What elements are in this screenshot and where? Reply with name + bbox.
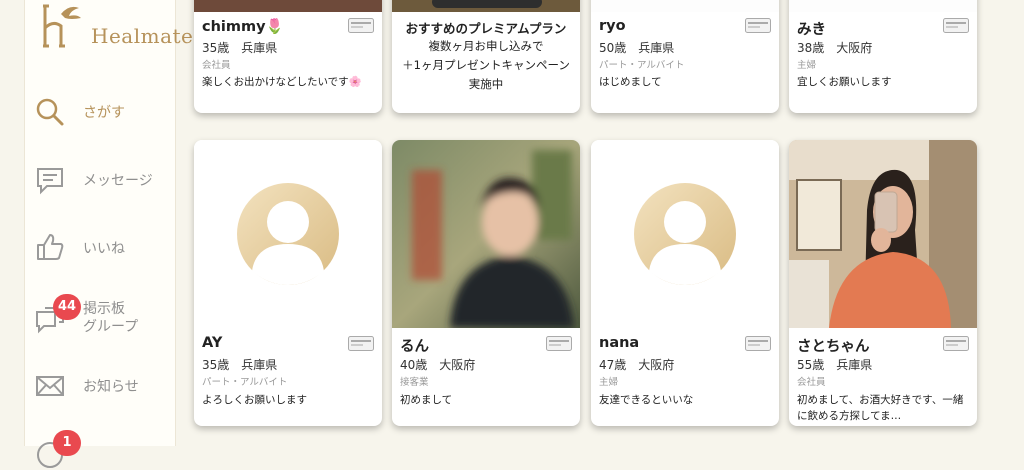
- sidebar-item-search[interactable]: さがす: [25, 92, 175, 132]
- profile-photo: [789, 0, 977, 12]
- profile-age-location: 55歳 兵庫県: [797, 358, 873, 372]
- sidebar-item-messages[interactable]: メッセージ: [25, 160, 175, 200]
- profile-name: AY: [202, 335, 223, 351]
- profile-job: 接客業: [400, 377, 429, 388]
- profile-name: るん: [400, 339, 429, 355]
- profile-message: はじめまして: [599, 76, 662, 88]
- healmate-logo[interactable]: Healmate: [39, 2, 193, 50]
- notification-badge: 1: [53, 430, 81, 456]
- profile-card[interactable]: みき 38歳 大阪府 主婦 宜しくお願いします: [789, 0, 977, 113]
- profile-photo: [789, 140, 977, 328]
- profile-card[interactable]: るん 40歳 大阪府 接客業 初めまして: [392, 140, 580, 426]
- profile-message: 初めまして、お酒大好きです、一緒に飲める方探してま…: [797, 394, 964, 422]
- promo-body-line2: ＋1ヶ月プレゼントキャンペーン実施中: [402, 58, 570, 91]
- profile-message: よろしくお願いします: [202, 394, 307, 406]
- profile-name: さとちゃん: [797, 339, 870, 355]
- sidebar-item-board-group[interactable]: 44 掲示板 グループ: [25, 292, 175, 342]
- profile-name: みき: [797, 22, 826, 38]
- id-verified-icon: [943, 336, 969, 351]
- logo-emblem-icon: [43, 4, 81, 48]
- profile-photo: [591, 0, 779, 12]
- id-verified-icon: [348, 336, 374, 351]
- notification-badge: 44: [53, 294, 81, 320]
- profile-message: 宜しくお願いします: [797, 76, 892, 88]
- sidebar-item-chat[interactable]: 1: [25, 430, 175, 468]
- promo-body-line1: 複数ヶ月お申し込みで: [428, 39, 544, 53]
- profile-age-location: 35歳 兵庫県: [202, 358, 278, 372]
- profile-photo: [194, 0, 382, 12]
- sidebar-item-notifications[interactable]: お知らせ: [25, 366, 175, 406]
- profile-card[interactable]: さとちゃん 55歳 兵庫県 会社員 初めまして、お酒大好きです、一緒に飲める方探…: [789, 140, 977, 426]
- profile-job: パート・アルバイト: [599, 60, 685, 71]
- id-verified-icon: [745, 18, 771, 33]
- banner-pill: [432, 0, 542, 8]
- profile-job: 会社員: [797, 377, 826, 388]
- profile-card[interactable]: nana 47歳 大阪府 主婦 友達できるといいな: [591, 140, 779, 426]
- sidebar-item-label: いいね: [83, 241, 125, 257]
- profile-message: 初めまして: [400, 394, 453, 406]
- profile-card[interactable]: ryo 50歳 兵庫県 パート・アルバイト はじめまして: [591, 0, 779, 113]
- sidebar-item-label: メッセージ: [83, 173, 153, 189]
- mail-icon: [36, 376, 64, 396]
- id-verified-icon: [745, 336, 771, 351]
- logo-text: Healmate: [91, 24, 194, 48]
- profile-job: 主婦: [599, 377, 619, 388]
- profile-age-location: 40歳 大阪府: [400, 358, 476, 372]
- id-verified-icon: [546, 336, 572, 351]
- profile-age-location: 38歳 大阪府: [797, 41, 873, 55]
- thumbs-up-icon: [37, 234, 64, 260]
- profile-name: ryo: [599, 18, 626, 34]
- profile-age-location: 50歳 兵庫県: [599, 41, 675, 55]
- sidebar-item-label-line2: グループ: [83, 319, 139, 335]
- promo-title: おすすめのプレミアムプラン: [405, 21, 567, 36]
- profile-age-location: 35歳 兵庫県: [202, 41, 278, 55]
- avatar-placeholder-icon: [591, 140, 779, 328]
- avatar-placeholder-icon: [194, 140, 382, 328]
- profile-job: 主婦: [797, 60, 817, 71]
- profile-age-location: 47歳 大阪府: [599, 358, 675, 372]
- profile-message: 友達できるといいな: [599, 394, 694, 406]
- message-icon: [37, 168, 63, 195]
- profile-job: パート・アルバイト: [202, 377, 288, 388]
- premium-plan-banner[interactable]: おすすめのプレミアムプラン 複数ヶ月お申し込みで ＋1ヶ月プレゼントキャンペーン…: [392, 0, 580, 113]
- profile-name: nana: [599, 335, 640, 351]
- sidebar-item-likes[interactable]: いいね: [25, 228, 175, 268]
- sidebar: Healmate さがす メッセージ いいね 44 掲示板 グループ お知らせ …: [24, 0, 193, 468]
- profile-photo: [392, 140, 580, 328]
- id-verified-icon: [943, 18, 969, 33]
- profile-message: 楽しくお出かけなどしたいです🌸: [202, 76, 362, 88]
- sidebar-item-label-line1: 掲示板: [83, 301, 125, 317]
- search-icon: [36, 98, 64, 126]
- profile-card[interactable]: AY 35歳 兵庫県 パート・アルバイト よろしくお願いします: [194, 140, 382, 426]
- sidebar-item-label: お知らせ: [83, 379, 139, 395]
- profile-name: chimmy🌷: [202, 19, 284, 35]
- profile-job: 会社員: [202, 60, 231, 71]
- sidebar-item-label: さがす: [83, 105, 125, 121]
- promo-body: 複数ヶ月お申し込みで ＋1ヶ月プレゼントキャンペーン実施中: [400, 37, 572, 94]
- id-verified-icon: [348, 18, 374, 33]
- profile-card[interactable]: chimmy🌷 35歳 兵庫県 会社員 楽しくお出かけなどしたいです🌸: [194, 0, 382, 113]
